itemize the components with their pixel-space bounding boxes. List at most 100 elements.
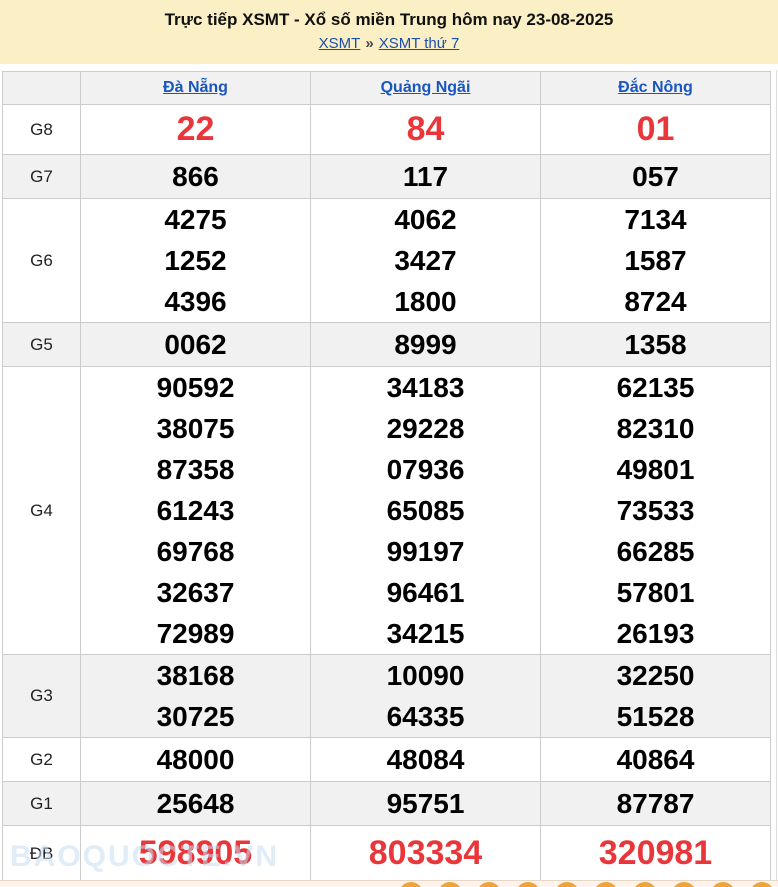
results-table-wrap: Đà NẵngQuảng NgãiĐắc NôngG8228401G786611… [2, 71, 778, 882]
result-number: 3427 [311, 240, 540, 281]
breadcrumb-link-xsmt-thu7[interactable]: XSMT thứ 7 [379, 35, 460, 52]
result-number: 34183 [311, 367, 540, 408]
result-number: 4062 [311, 199, 540, 240]
result-number: 8999 [311, 323, 540, 366]
province-link[interactable]: Đắc Nông [618, 79, 693, 96]
prize-label: G6 [3, 199, 81, 323]
prize-row-g8: G8228401 [3, 105, 771, 155]
lottery-ball-icon [438, 882, 462, 887]
result-number: 72989 [81, 613, 310, 654]
result-number: 38075 [81, 408, 310, 449]
result-cell: 866 [81, 155, 311, 199]
result-cell: 3225051528 [541, 655, 771, 738]
table-header-row: Đà Nẵng Quảng Ngãi Đắc Nông [3, 72, 771, 105]
prize-label: ĐB [3, 826, 81, 882]
result-number: 320981 [541, 826, 770, 881]
lottery-ball-icon [672, 882, 696, 887]
result-number: 32250 [541, 655, 770, 696]
result-number: 01 [541, 105, 770, 154]
result-number: 4396 [81, 281, 310, 322]
result-cell: 90592380758735861243697683263772989 [81, 367, 311, 655]
result-cell: 598905 [81, 826, 311, 882]
result-number: 62135 [541, 367, 770, 408]
result-number: 07936 [311, 449, 540, 490]
result-number: 48084 [311, 738, 540, 781]
result-number: 64335 [311, 696, 540, 737]
result-number: 7134 [541, 199, 770, 240]
prize-row-g3: G3381683072510090643353225051528 [3, 655, 771, 738]
result-number: 0062 [81, 323, 310, 366]
result-cell: 84 [311, 105, 541, 155]
result-cell: 22 [81, 105, 311, 155]
prize-label: G8 [3, 105, 81, 155]
prize-row-g7: G7866117057 [3, 155, 771, 199]
result-number: 1358 [541, 323, 770, 366]
result-cell: 48000 [81, 738, 311, 782]
result-number: 30725 [81, 696, 310, 737]
result-cell: 40864 [541, 738, 771, 782]
prize-row-g4: G490592380758735861243697683263772989341… [3, 367, 771, 655]
lottery-ball-icon [555, 882, 579, 887]
result-number: 1252 [81, 240, 310, 281]
result-cell: 427512524396 [81, 199, 311, 323]
prize-row-g5: G5006289991358 [3, 323, 771, 367]
result-number: 1587 [541, 240, 770, 281]
lottery-ball-icon [711, 882, 735, 887]
result-cell: 057 [541, 155, 771, 199]
prize-row-đb: ĐB598905803334320981 [3, 826, 771, 882]
result-number: 29228 [311, 408, 540, 449]
prize-label: G4 [3, 367, 81, 655]
breadcrumb: XSMT» XSMT thứ 7 [0, 34, 778, 54]
result-cell: 406234271800 [311, 199, 541, 323]
result-number: 99197 [311, 531, 540, 572]
result-cell: 87787 [541, 782, 771, 826]
result-number: 73533 [541, 490, 770, 531]
page: Trực tiếp XSMT - Xổ số miền Trung hôm na… [0, 0, 778, 887]
result-number: 10090 [311, 655, 540, 696]
result-number: 87787 [541, 782, 770, 825]
result-cell: 713415878724 [541, 199, 771, 323]
result-number: 61243 [81, 490, 310, 531]
result-number: 25648 [81, 782, 310, 825]
result-cell: 117 [311, 155, 541, 199]
result-number: 49801 [541, 449, 770, 490]
result-cell: 320981 [541, 826, 771, 882]
result-number: 96461 [311, 572, 540, 613]
result-cell: 803334 [311, 826, 541, 882]
prize-label: G1 [3, 782, 81, 826]
lottery-ball-icon [594, 882, 618, 887]
column-header-2: Quảng Ngãi [311, 72, 541, 105]
result-number: 866 [81, 155, 310, 198]
result-cell: 01 [541, 105, 771, 155]
prize-label: G3 [3, 655, 81, 738]
result-number: 4275 [81, 199, 310, 240]
result-cell: 62135823104980173533662855780126193 [541, 367, 771, 655]
lottery-ball-icon [516, 882, 540, 887]
result-number: 51528 [541, 696, 770, 737]
result-number: 26193 [541, 613, 770, 654]
result-number: 22 [81, 105, 310, 154]
results-table: Đà NẵngQuảng NgãiĐắc NôngG8228401G786611… [2, 71, 771, 882]
result-number: 87358 [81, 449, 310, 490]
lottery-ball-icon [477, 882, 501, 887]
result-cell: 1358 [541, 323, 771, 367]
result-number: 82310 [541, 408, 770, 449]
province-link[interactable]: Quảng Ngãi [381, 79, 471, 96]
result-cell: 1009064335 [311, 655, 541, 738]
breadcrumb-link-xsmt[interactable]: XSMT [319, 35, 361, 52]
province-link[interactable]: Đà Nẵng [163, 79, 228, 96]
result-cell: 3816830725 [81, 655, 311, 738]
result-number: 34215 [311, 613, 540, 654]
page-title: Trực tiếp XSMT - Xổ số miền Trung hôm na… [0, 9, 778, 31]
result-cell: 0062 [81, 323, 311, 367]
result-cell: 48084 [311, 738, 541, 782]
page-right-border [776, 70, 777, 887]
result-number: 95751 [311, 782, 540, 825]
prize-row-g6: G6427512524396406234271800713415878724 [3, 199, 771, 323]
result-number: 32637 [81, 572, 310, 613]
result-number: 1800 [311, 281, 540, 322]
result-number: 803334 [311, 826, 540, 881]
breadcrumb-separator: » [365, 35, 373, 52]
result-number: 90592 [81, 367, 310, 408]
prize-label: G7 [3, 155, 81, 199]
